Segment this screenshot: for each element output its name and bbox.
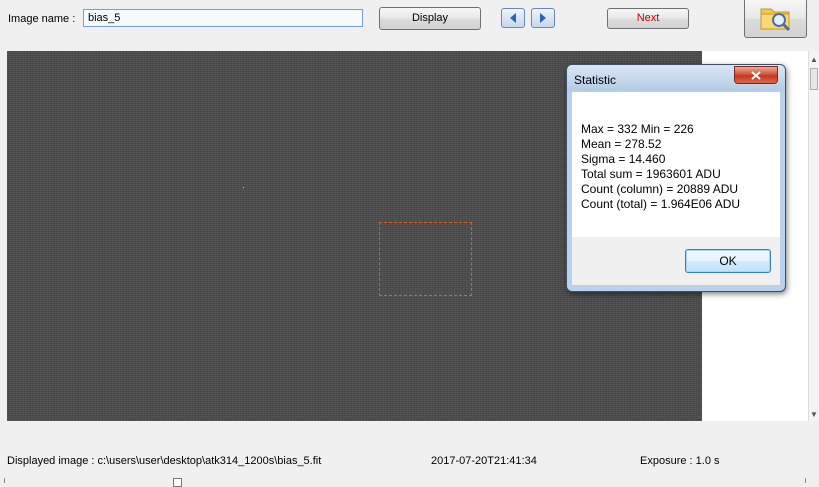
ok-button[interactable]: OK xyxy=(685,249,771,273)
stat-max-min: Max = 332 Min = 226 xyxy=(581,122,694,136)
open-folder-button[interactable] xyxy=(744,0,807,38)
bottom-left-edge xyxy=(4,478,11,483)
scroll-up-icon[interactable]: ▲ xyxy=(810,55,818,64)
statistic-dialog: Statistic Max = 332 Min = 226 Mean = 278… xyxy=(566,64,786,292)
image-name-label: Image name : xyxy=(8,13,76,25)
selection-rectangle[interactable] xyxy=(379,222,472,296)
statistic-lines: Max = 332 Min = 226 Mean = 278.52 Sigma … xyxy=(581,122,740,212)
bottom-right-edge xyxy=(805,478,812,483)
previous-image-button[interactable] xyxy=(501,8,525,28)
stat-mean: Mean = 278.52 xyxy=(581,137,662,151)
left-arrow-icon xyxy=(510,13,516,23)
right-arrow-icon xyxy=(540,13,546,23)
display-button[interactable]: Display xyxy=(379,7,481,30)
next-image-arrow-button[interactable] xyxy=(531,8,555,28)
image-name-input[interactable] xyxy=(83,9,363,27)
hot-pixel xyxy=(243,187,244,188)
stat-count-column: Count (column) = 20889 ADU xyxy=(581,182,739,196)
image-timestamp: 2017-07-20T21:41:34 xyxy=(431,455,537,467)
dialog-title: Statistic xyxy=(574,73,617,87)
scroll-down-icon[interactable]: ▼ xyxy=(810,410,818,419)
scroll-thumb[interactable] xyxy=(810,68,818,90)
stat-total-sum: Total sum = 1963601 ADU xyxy=(581,167,721,181)
stat-count-total: Count (total) = 1.964E06 ADU xyxy=(581,197,741,211)
stat-sigma: Sigma = 14.460 xyxy=(581,152,666,166)
displayed-image-path: Displayed image : c:\users\user\desktop\… xyxy=(7,455,322,467)
next-button[interactable]: Next xyxy=(607,8,689,29)
vertical-scrollbar[interactable] xyxy=(808,51,819,421)
close-icon xyxy=(751,71,761,80)
dialog-close-button[interactable] xyxy=(734,66,778,84)
folder-search-icon xyxy=(760,8,790,32)
exposure-value: Exposure : 1.0 s xyxy=(640,455,720,467)
